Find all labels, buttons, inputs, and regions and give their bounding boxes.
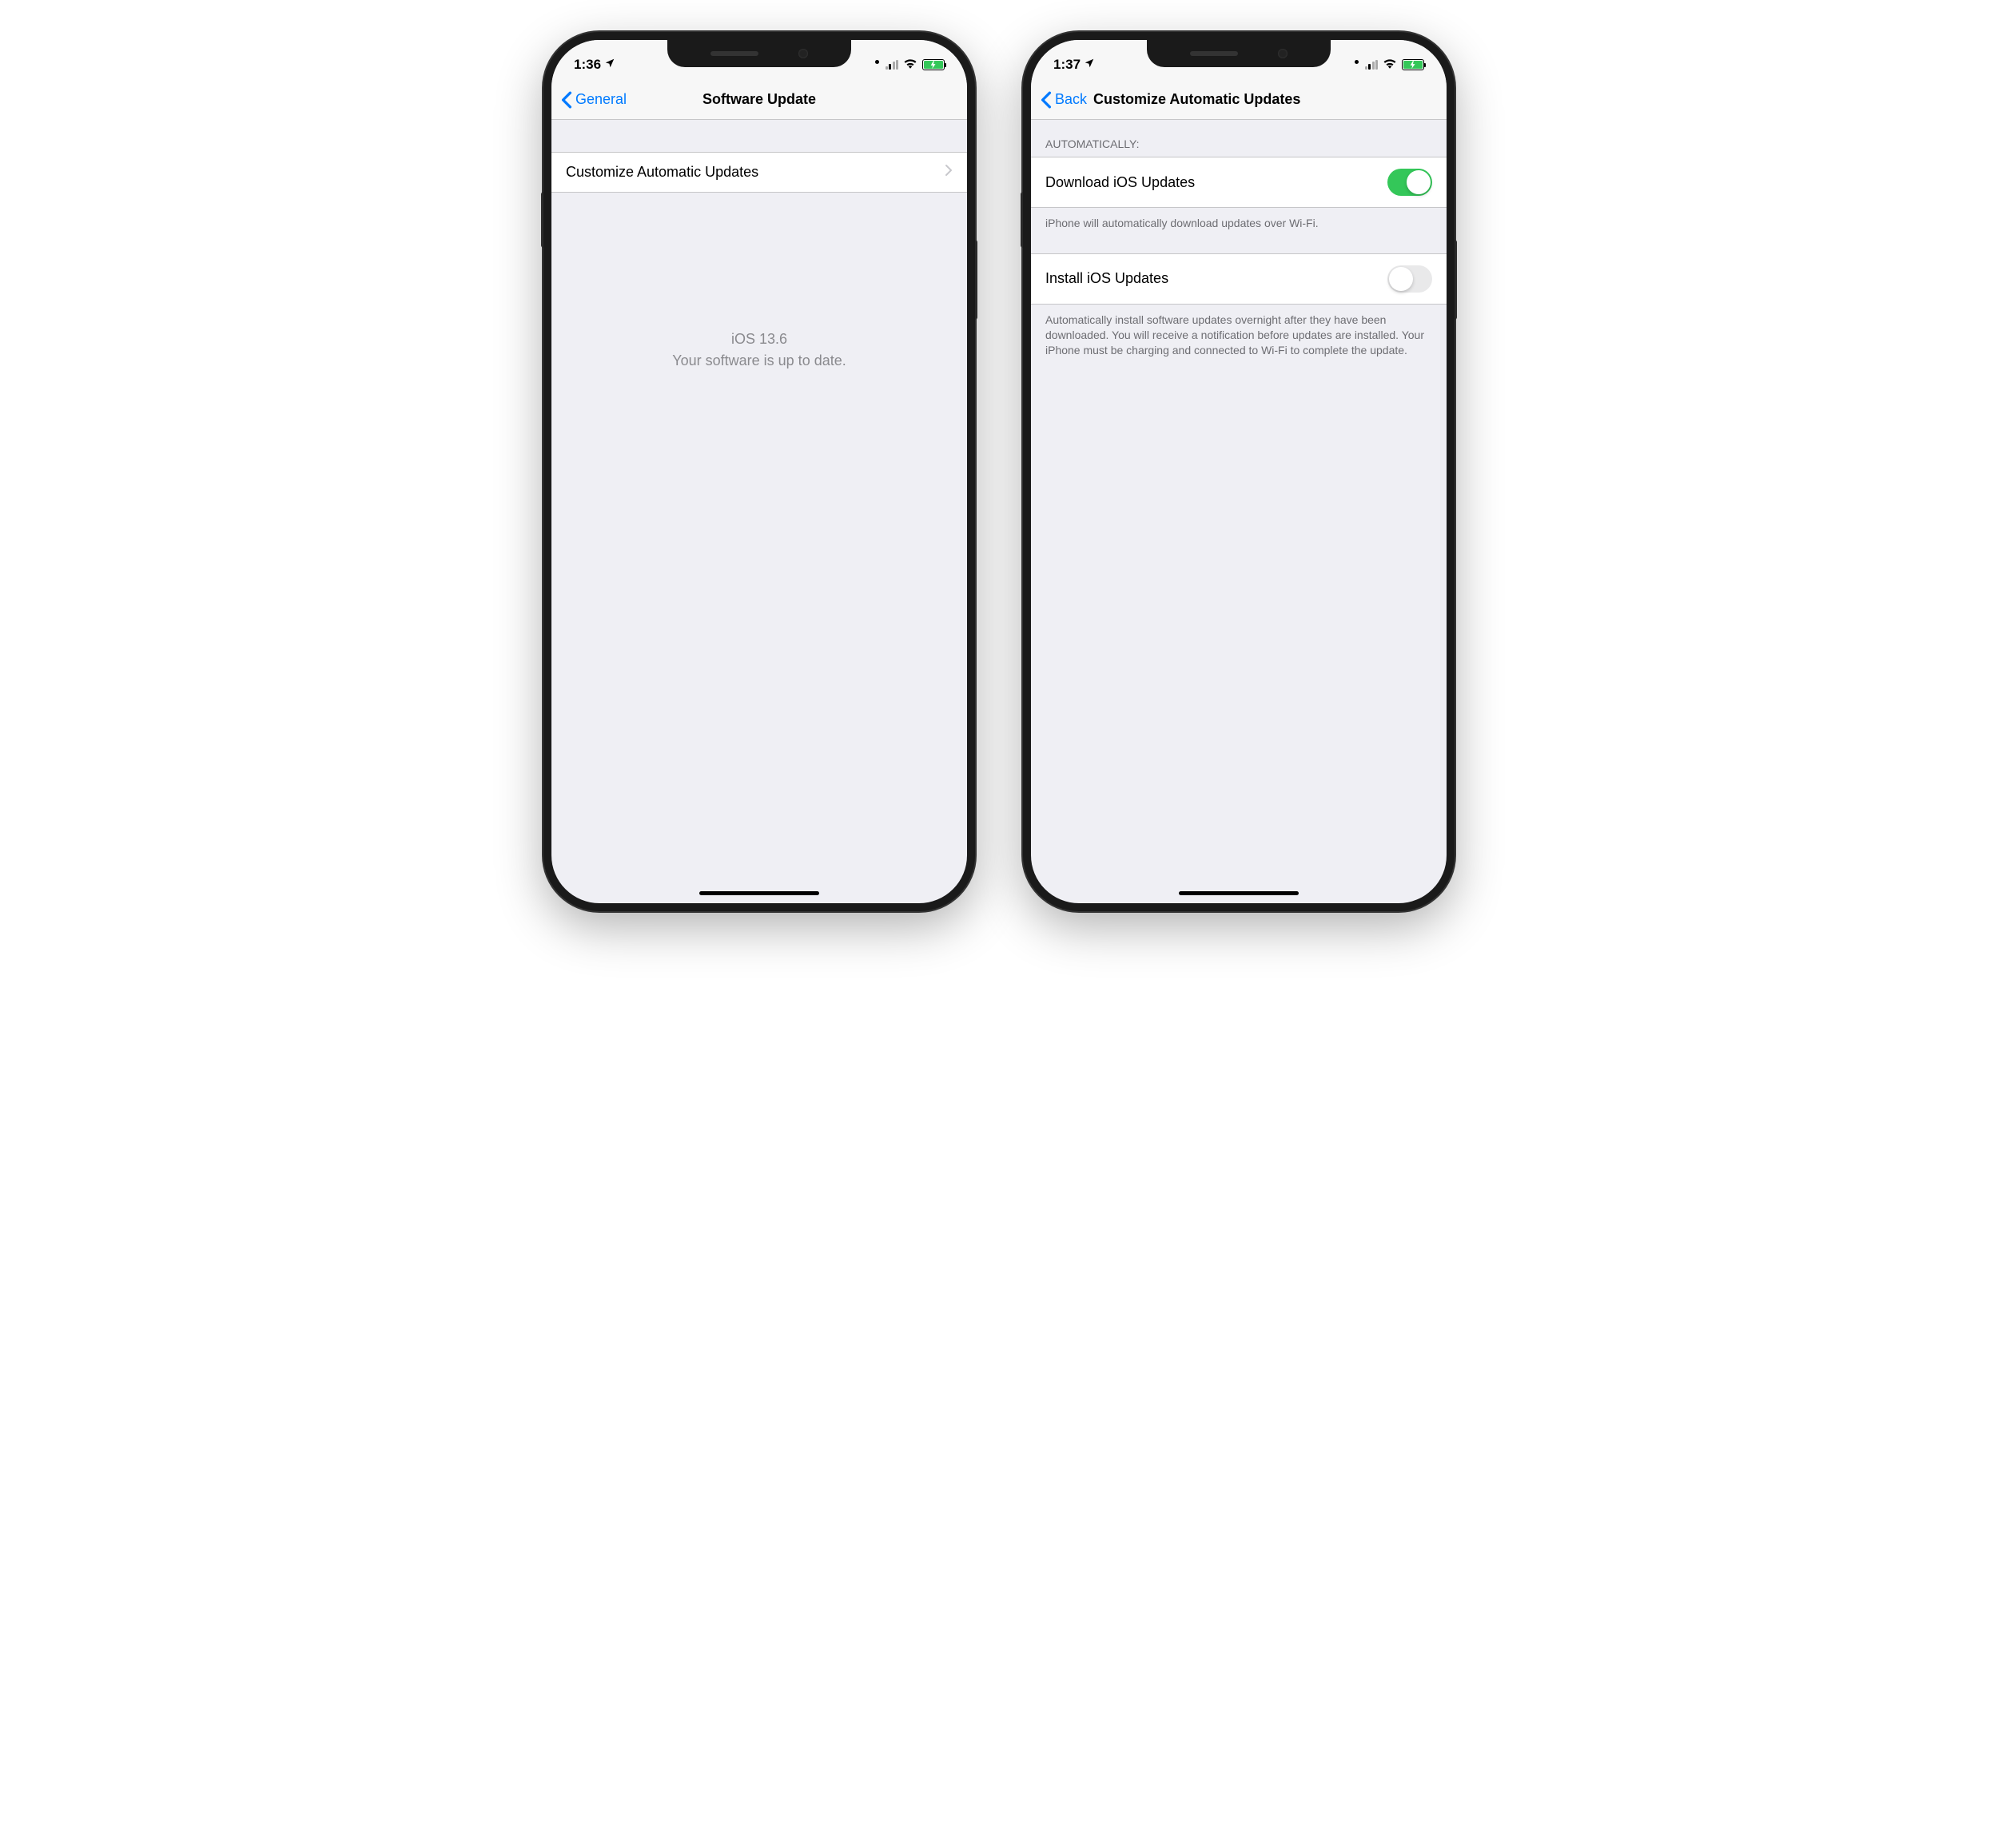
chevron-left-icon [1041, 91, 1052, 109]
section-header-automatically: Automatically: [1031, 120, 1447, 157]
update-status-message: iOS 13.6 Your software is up to date. [551, 329, 967, 372]
charging-bolt-icon [930, 57, 937, 73]
screen: 1:36 [551, 40, 967, 903]
back-label: General [575, 91, 627, 108]
download-footer-text: iPhone will automatically download updat… [1031, 208, 1447, 239]
phone-left: 1:36 [543, 32, 975, 911]
location-icon [1084, 57, 1095, 73]
notch [667, 40, 851, 67]
install-footer-text: Automatically install software updates o… [1031, 305, 1447, 366]
navigation-bar: Back Customize Automatic Updates [1031, 80, 1447, 120]
home-indicator[interactable] [699, 891, 819, 895]
cellular-signal-icon [1365, 60, 1379, 70]
download-updates-toggle[interactable] [1387, 169, 1432, 196]
chevron-right-icon [945, 164, 953, 181]
front-camera [1278, 49, 1288, 58]
customize-automatic-updates-row[interactable]: Customize Automatic Updates [551, 152, 967, 193]
screen: 1:37 [1031, 40, 1447, 903]
cell-label: Customize Automatic Updates [566, 164, 758, 181]
content-area: Automatically: Download iOS Updates iPho… [1031, 120, 1447, 366]
charging-bolt-icon [1410, 57, 1416, 73]
cell-label: Install iOS Updates [1045, 270, 1168, 287]
install-ios-updates-row: Install iOS Updates [1031, 253, 1447, 305]
status-time: 1:37 [1053, 57, 1081, 73]
signal-dot-icon [1355, 60, 1359, 64]
cellular-signal-icon [886, 60, 899, 70]
install-updates-toggle[interactable] [1387, 265, 1432, 293]
ios-version: iOS 13.6 [551, 329, 967, 350]
speaker-grille [710, 51, 758, 56]
battery-icon [922, 59, 945, 70]
signal-dot-icon [875, 60, 879, 64]
back-button[interactable]: General [561, 91, 627, 109]
chevron-left-icon [561, 91, 572, 109]
page-title: Customize Automatic Updates [1093, 91, 1437, 108]
status-time: 1:36 [574, 57, 601, 73]
navigation-bar: General Software Update [551, 80, 967, 120]
wifi-icon [903, 57, 917, 73]
content-area: Customize Automatic Updates iOS 13.6 You… [551, 120, 967, 372]
wifi-icon [1383, 57, 1397, 73]
front-camera [798, 49, 808, 58]
download-ios-updates-row: Download iOS Updates [1031, 157, 1447, 208]
notch [1147, 40, 1331, 67]
back-button[interactable]: Back [1041, 91, 1087, 109]
battery-icon [1402, 59, 1424, 70]
speaker-grille [1190, 51, 1238, 56]
up-to-date-text: Your software is up to date. [551, 350, 967, 372]
phone-right: 1:37 [1023, 32, 1455, 911]
back-label: Back [1055, 91, 1087, 108]
page-title: Software Update [702, 91, 816, 108]
location-icon [604, 57, 615, 73]
home-indicator[interactable] [1179, 891, 1299, 895]
cell-label: Download iOS Updates [1045, 174, 1195, 191]
